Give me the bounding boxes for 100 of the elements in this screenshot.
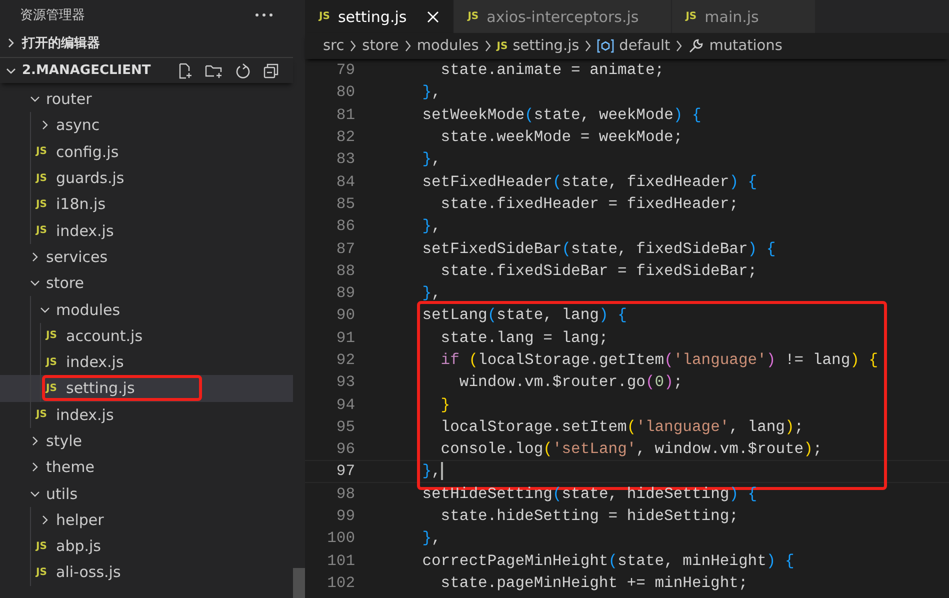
tree-item[interactable]: modules [0,296,293,323]
tree-item[interactable]: JS ali-oss.js [0,559,293,586]
line-number: 80 [335,83,355,102]
code-line: console.log('setLang', window.vm.$route); [440,440,822,458]
line-number: 91 [335,328,355,347]
scrollbar-thumb[interactable] [293,568,305,598]
tree-item[interactable]: store [0,270,293,296]
tree-item[interactable]: async [0,112,293,139]
chevron-icon [6,66,16,76]
chevron-icon [404,40,412,52]
line-number: 94 [335,396,355,414]
code-line: }, [421,462,443,480]
more-actions-icon[interactable] [255,13,273,17]
tree-item[interactable]: JS config.js [0,138,293,165]
line-number: 93 [335,373,355,392]
section-header[interactable]: 2.MANAGECLIENT [0,57,293,83]
tree-item[interactable]: services [0,244,293,270]
line-number: 100 [326,529,355,548]
code-line: state.pageMinHeight += minHeight; [440,574,748,592]
tree-item[interactable]: router [0,86,293,112]
line-number: 95 [335,418,355,436]
close-icon[interactable] [426,10,439,22]
line-number: 102 [326,574,355,592]
breadcrumb-item[interactable]: store [362,38,399,54]
refresh-icon[interactable] [235,62,251,78]
tree-item[interactable]: utils [0,480,293,507]
tree-item[interactable]: theme [0,454,293,480]
code-line: state.hideSetting = hideSetting; [440,507,738,526]
js-file-icon: JS [36,146,56,158]
explorer-title: 资源管理器 [20,7,85,24]
editor-tab[interactable]: JS axios-interceptors.js [454,0,672,33]
code-line: state.fixedHeader = fixedHeader; [440,194,738,213]
editor-tab[interactable]: JS setting.js [305,0,454,33]
new-folder-icon[interactable] [205,62,223,78]
code-line: }, [421,529,441,548]
breadcrumb-item[interactable]: modules [416,38,479,54]
tree-item[interactable]: JS index.js [0,217,293,244]
tree-item[interactable]: helper [0,506,293,534]
line-number: 99 [335,507,355,526]
collapse-all-icon[interactable] [263,62,279,78]
code-line: state.weekMode = weekMode; [440,128,683,146]
code-line: setFixedSideBar(state, fixedSideBar) { [421,240,776,258]
tree-item[interactable]: JS account.js [0,322,293,349]
tree-item[interactable]: JS index.js [0,348,293,376]
tree-item[interactable]: JS i18n.js [0,191,293,218]
editor-tab[interactable]: JS main.js [672,0,816,33]
code-line: } [440,396,450,414]
js-file-icon: JS [36,198,56,210]
line-number: 88 [335,262,355,280]
line-number: 97 [335,462,355,480]
cube-icon [597,39,614,53]
tree-item[interactable]: JS abp.js [0,533,293,560]
line-number: 98 [335,484,355,503]
code-line: }, [421,284,441,302]
tree-item[interactable]: JS setting.js [0,375,293,402]
js-file-icon: JS [36,566,56,578]
chevron-icon [349,40,358,52]
chevron-icon [484,40,492,52]
section-header[interactable]: 打开的编辑器 [0,30,293,55]
tree-item[interactable]: JS index.js [0,402,293,428]
code-line: state.animate = animate; [440,61,664,80]
line-number: 83 [335,150,355,168]
code-line: if (localStorage.getItem('language') != lang) { [440,351,878,369]
js-file-icon: JS [36,409,56,420]
line-number: 89 [335,284,355,302]
js-file-icon: JS [36,540,56,552]
code-line: setHideSetting(state, hideSetting) { [421,484,758,503]
chevron-icon [675,40,684,52]
js-file-icon: JS [36,172,56,184]
code-line: window.vm.$router.go(0); [458,373,683,392]
breadcrumb-item[interactable]: default [619,38,670,54]
js-file-icon: JS [36,225,56,236]
code-line: setLang(state, lang) { [421,306,627,324]
breadcrumb-item[interactable]: src [323,38,344,54]
line-number: 81 [335,106,355,124]
code-line: state.lang = lang; [440,328,608,347]
line-number: 87 [335,240,355,258]
js-file-icon: JS [46,356,66,368]
line-number: 86 [335,217,355,236]
tree-item[interactable]: style [0,428,293,454]
code-line: setFixedHeader(state, fixedHeader) { [421,172,758,191]
line-number: 79 [335,61,355,80]
line-number: 101 [326,552,355,570]
code-line: }, [421,217,441,236]
wrench-icon [688,38,704,54]
line-number: 90 [335,306,355,324]
code-line: setWeekMode(state, weekMode) { [421,106,702,124]
line-number: 92 [335,351,355,369]
chevron-icon [584,40,592,52]
breadcrumb-item[interactable]: setting.js [512,38,580,54]
code-line: localStorage.setItem('language', lang); [440,418,804,436]
line-number: 84 [335,172,355,191]
new-file-icon[interactable] [177,62,193,78]
breadcrumb-item[interactable]: mutations [709,38,782,54]
tree-item[interactable]: JS guards.js [0,164,293,192]
line-number: 82 [335,128,355,146]
code-line: correctPageMinHeight(state, minHeight) { [421,552,794,570]
highlight-box: JS setting.js [42,375,202,402]
chevron-icon [6,38,16,48]
line-number: 96 [335,440,355,458]
